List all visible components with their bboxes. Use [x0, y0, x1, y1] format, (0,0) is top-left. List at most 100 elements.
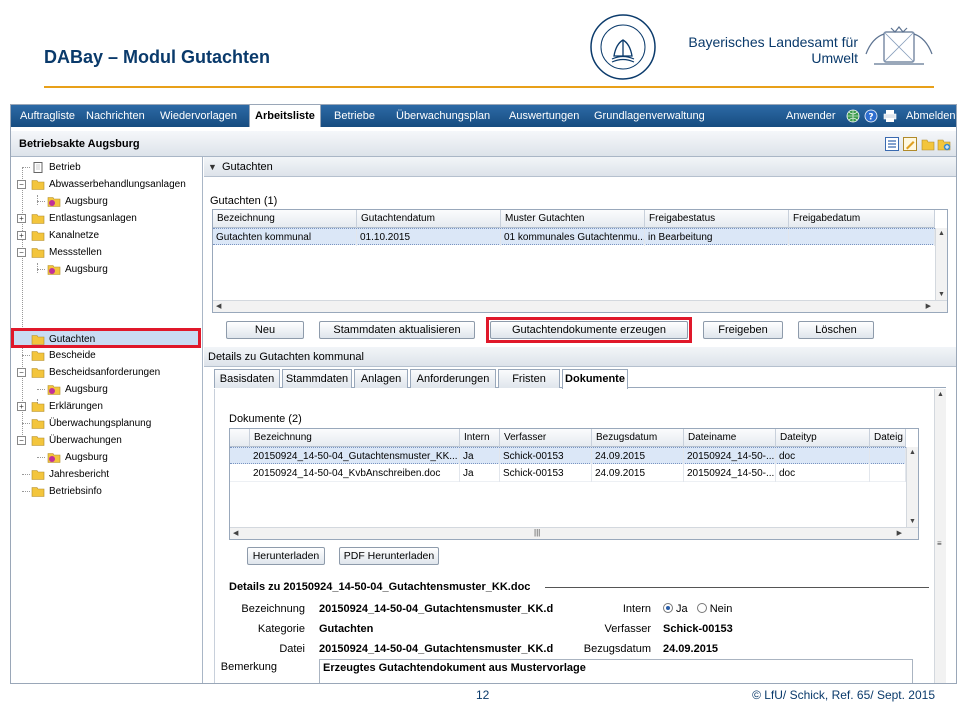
bezeichnung-field[interactable]: 20150924_14-50-04_Gutachtensmuster_KK.d: [319, 603, 559, 615]
tree-item-augsburg[interactable]: Augsburg: [11, 449, 201, 466]
tab-stammdaten[interactable]: Stammdaten: [282, 369, 352, 388]
datei-field[interactable]: 20150924_14-50-04_Gutachtensmuster_KK.d: [319, 643, 559, 655]
list-icon[interactable]: [885, 137, 899, 151]
column-header[interactable]: Dateig: [870, 429, 906, 447]
slide-title: DABay – Modul Gutachten: [44, 47, 271, 67]
loeschen-button[interactable]: Löschen: [798, 321, 874, 339]
tab-anlagen[interactable]: Anlagen: [354, 369, 408, 388]
details-vertical-scrollbar[interactable]: ▲ ≡: [934, 389, 946, 683]
tree-item-abwasserbehandlungsanlagen[interactable]: − Abwasserbehandlungsanlagen: [11, 176, 201, 193]
tree-item-jahresbericht[interactable]: Jahresbericht: [11, 466, 201, 483]
column-header[interactable]: Freigabestatus: [645, 210, 789, 228]
organization-name-line2: Umwelt: [811, 50, 858, 66]
vertical-scrollbar[interactable]: ▲ ▼: [935, 228, 947, 300]
tree-item-erklaerungen[interactable]: + Erklärungen: [11, 398, 201, 415]
column-header[interactable]: Freigabedatum: [789, 210, 935, 228]
menu-nachrichten[interactable]: Nachrichten: [81, 105, 150, 127]
help-icon[interactable]: ?: [864, 109, 878, 123]
stammdaten-aktualisieren-button[interactable]: Stammdaten aktualisieren: [319, 321, 475, 339]
freigeben-button[interactable]: Freigeben: [703, 321, 783, 339]
annotation-highlight-gutachten: [11, 328, 201, 348]
verfasser-field[interactable]: Schick-00153: [663, 623, 823, 635]
gutachten-section-title: Gutachten: [222, 161, 273, 173]
neu-button[interactable]: Neu: [226, 321, 304, 339]
kategorie-field[interactable]: Gutachten: [319, 623, 559, 635]
add-icon[interactable]: [937, 137, 951, 151]
tab-fristen[interactable]: Fristen: [498, 369, 560, 388]
vertical-scrollbar[interactable]: ▲ ▼: [906, 447, 918, 527]
column-header[interactable]: Intern: [460, 429, 500, 447]
page-number: 12: [476, 688, 490, 702]
table-cell: 01 kommunales Gutachtenmu...: [501, 229, 645, 246]
expand-toggle[interactable]: +: [17, 214, 26, 223]
tree-item-augsburg[interactable]: Augsburg: [11, 381, 201, 398]
tree-item-ueberwachungsplanung[interactable]: Überwachungsplanung: [11, 415, 201, 432]
horizontal-scrollbar[interactable]: ◀ ||| ▶: [230, 527, 918, 539]
tree-item-betriebsinfo[interactable]: Betriebsinfo: [11, 483, 201, 500]
horizontal-scrollbar[interactable]: ◀ ▶: [213, 300, 947, 312]
column-header[interactable]: Bezeichnung: [213, 210, 357, 228]
menu-ueberwachungsplan[interactable]: Überwachungsplan: [391, 105, 495, 127]
tree-item-bescheide[interactable]: Bescheide: [11, 347, 201, 364]
collapse-toggle[interactable]: −: [17, 436, 26, 445]
globe-icon[interactable]: [846, 109, 860, 123]
tab-basisdaten[interactable]: Basisdaten: [214, 369, 280, 388]
menu-anwender[interactable]: Anwender: [781, 105, 841, 127]
menu-auftragliste[interactable]: Auftragliste: [15, 105, 80, 127]
print-icon[interactable]: [883, 109, 897, 123]
column-header[interactable]: Dateiname: [684, 429, 776, 447]
folder-icon[interactable]: [921, 137, 935, 151]
tab-dokumente[interactable]: Dokumente: [562, 369, 628, 389]
pdf-herunterladen-button[interactable]: PDF Herunterladen: [339, 547, 439, 565]
menu-wiedervorlagen[interactable]: Wiedervorlagen: [155, 105, 242, 127]
menu-betriebe[interactable]: Betriebe: [329, 105, 380, 127]
expand-toggle[interactable]: +: [17, 402, 26, 411]
tree-item-bescheidsanforderungen[interactable]: − Bescheidsanforderungen: [11, 364, 201, 381]
tree-item-augsburg[interactable]: Augsburg: [11, 193, 201, 210]
collapse-toggle[interactable]: −: [17, 248, 26, 257]
tree-item-label: Augsburg: [65, 196, 108, 207]
table-cell: in Bearbeitung: [645, 229, 789, 246]
intern-ja-radio[interactable]: [663, 603, 673, 613]
copyright-notice: © LfU/ Schick, Ref. 65/ Sept. 2015: [752, 688, 935, 702]
column-header[interactable]: Bezugsdatum: [592, 429, 684, 447]
collapse-icon[interactable]: ▼: [208, 157, 217, 177]
tree-item-augsburg[interactable]: Augsburg: [11, 261, 201, 278]
facility-icon: [47, 265, 61, 275]
tree-item-ueberwachungen[interactable]: − Überwachungen: [11, 432, 201, 449]
column-header[interactable]: Bezeichnung: [250, 429, 460, 447]
menu-abmelden[interactable]: Abmelden: [901, 105, 956, 127]
menu-auswertungen[interactable]: Auswertungen: [504, 105, 584, 127]
column-header[interactable]: Gutachtendatum: [357, 210, 501, 228]
intern-nein-radio[interactable]: [696, 603, 707, 613]
herunterladen-button[interactable]: Herunterladen: [247, 547, 325, 565]
edit-icon[interactable]: [903, 137, 917, 151]
table-row[interactable]: 20150924_14-50-04_Gutachtensmuster_KK...…: [230, 447, 906, 465]
organization-name-line1: Bayerisches Landesamt für: [688, 34, 858, 50]
collapse-toggle[interactable]: −: [17, 368, 26, 377]
tree-item-label: Bescheide: [49, 350, 96, 361]
application-window: Auftragliste Nachrichten Wiedervorlagen …: [10, 104, 957, 684]
folder-icon: [31, 214, 45, 224]
table-row[interactable]: Gutachten kommunal 01.10.2015 01 kommuna…: [213, 228, 935, 246]
tree-item-entlastungsanlagen[interactable]: + Entlastungsanlagen: [11, 210, 201, 227]
verfasser-label: Verfasser: [604, 623, 651, 635]
tree-item-messstellen[interactable]: − Messstellen: [11, 244, 201, 261]
tree-item-kanalnetze[interactable]: + Kanalnetze: [11, 227, 201, 244]
bezugsdatum-field[interactable]: 24.09.2015: [663, 643, 823, 655]
column-header[interactable]: Muster Gutachten: [501, 210, 645, 228]
menu-arbeitsliste[interactable]: Arbeitsliste: [249, 105, 321, 127]
table-row[interactable]: 20150924_14-50-04_KvbAnschreiben.doc Ja …: [230, 465, 906, 482]
dokumente-group-title: Dokumente (2): [229, 413, 302, 425]
intern-radio-group: Ja Nein: [663, 603, 783, 615]
gutachten-group-title: Gutachten (1): [210, 195, 278, 207]
menu-grundlagenverwaltung[interactable]: Grundlagenverwaltung: [589, 105, 710, 127]
tree-item-betrieb[interactable]: Betrieb: [11, 159, 201, 176]
bemerkung-textarea[interactable]: Erzeugtes Gutachtendokument aus Mustervo…: [319, 659, 913, 683]
tab-anforderungen[interactable]: Anforderungen: [410, 369, 496, 388]
gutachten-section-header[interactable]: ▼ Gutachten: [204, 157, 956, 177]
column-header[interactable]: Verfasser: [500, 429, 592, 447]
collapse-toggle[interactable]: −: [17, 180, 26, 189]
expand-toggle[interactable]: +: [17, 231, 26, 240]
column-header[interactable]: Dateityp: [776, 429, 870, 447]
